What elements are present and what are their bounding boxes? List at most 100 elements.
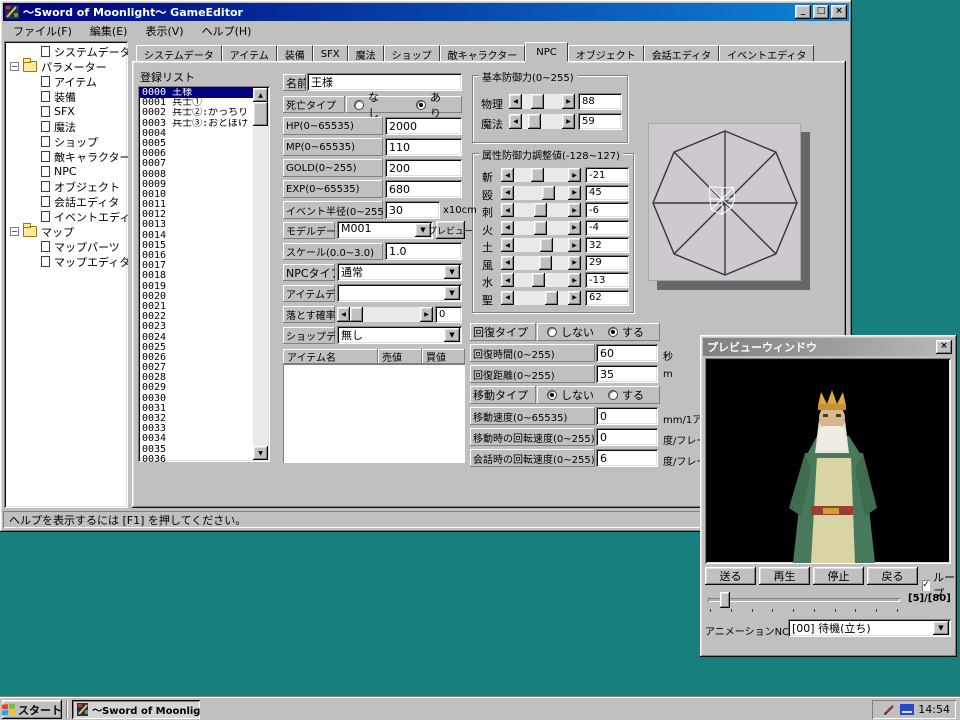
tree-expander-icon[interactable]: − [10,227,19,236]
attribute-input[interactable]: 45 [585,185,629,201]
field-input[interactable]: 2000 [385,117,462,135]
scroll-track[interactable] [522,94,562,109]
attribute-input[interactable]: 62 [585,290,629,306]
tab-アイテム[interactable]: アイテム [222,45,277,61]
slider-thumb[interactable] [720,592,730,608]
arrow-left-icon[interactable]: ◀ [509,114,522,129]
radio-dot-icon[interactable] [547,390,557,400]
checkbox-check-icon[interactable]: ✓ [922,580,930,591]
list-item[interactable]: 0016 [140,251,253,261]
scroll-thumb[interactable] [545,291,558,305]
preview-再生-button[interactable]: 再生 [759,567,810,585]
ime-pen-icon[interactable] [883,703,896,716]
tree-item[interactable]: マップエディタ [8,254,128,269]
scroll-thumb[interactable] [539,256,552,270]
field-input[interactable]: 200 [385,159,462,177]
tab-会話エディタ[interactable]: 会話エディタ [644,45,719,61]
tree-item[interactable]: システムデータ [8,44,128,59]
field-input[interactable]: 110 [385,138,462,156]
tree-item[interactable]: 敵キャラクター [8,149,128,164]
attribute-input[interactable]: -4 [585,220,629,236]
tab-オブジェクト[interactable]: オブジェクト [568,45,644,61]
preview-titlebar[interactable]: プレビューウィンドウ × [703,338,954,356]
scale-input[interactable]: 1.0 [385,242,462,260]
list-item[interactable]: 0014 [140,231,253,241]
tab-魔法[interactable]: 魔法 [348,45,384,61]
tab-システムデータ[interactable]: システムデータ [136,45,222,61]
arrow-left-icon[interactable]: ◀ [509,94,522,109]
radio-dot-icon[interactable] [608,327,618,337]
list-item[interactable]: 0005 [140,139,253,149]
attribute-slider[interactable]: ◀▶ [501,256,581,270]
defense-input[interactable]: 59 [578,113,622,130]
attribute-input[interactable]: -21 [585,167,629,183]
list-item[interactable]: 0017 [140,261,253,271]
list-item[interactable]: 0033 [140,424,253,434]
scroll-thumb[interactable] [350,307,363,322]
arrow-right-icon[interactable]: ▶ [568,256,581,270]
tab-装備[interactable]: 装備 [277,45,313,61]
list-item[interactable]: 0000 王様 [140,88,253,98]
arrow-left-icon[interactable]: ◀ [501,203,514,217]
scroll-thumb[interactable] [531,168,544,182]
ime-language-icon[interactable] [900,704,914,715]
behavior-input[interactable]: 35 [596,365,658,383]
tree-item[interactable]: オブジェクト [8,179,128,194]
arrow-left-icon[interactable]: ◀ [501,168,514,182]
scroll-thumb[interactable] [532,273,545,287]
radio-dot-icon[interactable] [608,390,618,400]
arrow-left-icon[interactable]: ◀ [501,256,514,270]
list-item[interactable]: 0011 [140,200,253,210]
list-item[interactable]: 0027 [140,363,253,373]
tab-ショップ[interactable]: ショップ [384,45,440,61]
close-icon[interactable]: × [831,5,847,19]
scroll-track[interactable] [514,256,568,270]
preview-停止-button[interactable]: 停止 [813,567,864,585]
tree-item[interactable]: 魔法 [8,119,128,134]
menu-item[interactable]: 編集(E) [81,21,137,41]
list-item[interactable]: 0002 兵士②:がっちり [140,108,253,118]
list-item[interactable]: 0030 [140,394,253,404]
behavior-input[interactable]: 6 [596,449,658,467]
list-item[interactable]: 0019 [140,282,253,292]
attribute-input[interactable]: 29 [585,255,629,271]
attribute-input[interactable]: -6 [585,202,629,218]
tree-item[interactable]: 会話エディタ [8,194,128,209]
scroll-track[interactable] [514,273,568,287]
scroll-thumb[interactable] [531,94,544,109]
attribute-slider[interactable]: ◀▶ [501,221,581,235]
list-item[interactable]: 0003 兵士③:おとぼけ [140,119,253,129]
list-item[interactable]: 0031 [140,404,253,414]
scroll-thumb[interactable] [534,203,547,217]
tab-イベントエディタ[interactable]: イベントエディタ [719,45,814,61]
chevron-down-icon[interactable]: ▼ [444,328,460,342]
list-item[interactable]: 0034 [140,434,253,444]
drop-rate-input[interactable]: 0 [435,306,462,323]
tab-SFX[interactable]: SFX [313,45,348,61]
attribute-input[interactable]: -13 [585,272,629,288]
list-item[interactable]: 0036 [140,455,253,462]
drop-rate-scrollbar[interactable]: ◀▶ [337,307,433,322]
scroll-track[interactable] [514,203,568,217]
menu-item[interactable]: ファイル(F) [4,21,81,41]
registration-list[interactable]: 0000 王様0001 兵士①0002 兵士②:がっちり0003 兵士③:おとぼ… [138,86,270,462]
preview-戻る-button[interactable]: 戻る [867,567,918,585]
start-button[interactable]: スタート [2,700,62,719]
arrow-left-icon[interactable]: ◀ [501,273,514,287]
arrow-right-icon[interactable]: ▶ [568,221,581,235]
scroll-track[interactable] [522,114,562,129]
field-input[interactable]: 680 [385,180,462,198]
npc-type-combo[interactable]: 通常▼ [337,263,462,281]
list-item[interactable]: 0007 [140,159,253,169]
list-item[interactable]: 0021 [140,302,253,312]
list-item[interactable]: 0024 [140,333,253,343]
arrow-right-icon[interactable]: ▶ [562,114,575,129]
arrow-right-icon[interactable]: ▶ [568,168,581,182]
scroll-up-icon[interactable]: ▲ [253,88,268,102]
arrow-right-icon[interactable]: ▶ [420,307,433,322]
behavior-input[interactable]: 60 [596,344,658,362]
field-input[interactable]: 30 [385,201,440,219]
list-item[interactable]: 0023 [140,322,253,332]
list-scrollbar[interactable]: ▲ ▼ [253,88,268,460]
scroll-down-icon[interactable]: ▼ [253,446,268,460]
